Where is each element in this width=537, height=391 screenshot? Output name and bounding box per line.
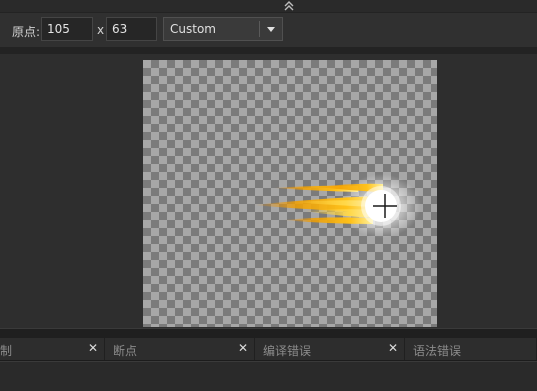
tab-output[interactable]: 制 ✕	[0, 338, 105, 360]
tab-compile-errors[interactable]: 编译错误 ✕	[255, 338, 405, 360]
toolbar-divider	[0, 47, 537, 54]
preview-viewport	[0, 54, 537, 328]
dropdown-separator	[259, 21, 260, 37]
top-strip	[0, 0, 537, 12]
tab-label: 断点	[113, 344, 138, 358]
tab-label: 制	[0, 344, 13, 358]
origin-y-input[interactable]: 63	[106, 17, 157, 41]
sprite-canvas[interactable]	[143, 60, 437, 327]
collapse-icon[interactable]	[283, 0, 295, 12]
origin-preset-value: Custom	[170, 22, 216, 36]
origin-separator: x	[97, 23, 105, 37]
tab-breakpoints[interactable]: 断点 ✕	[105, 338, 255, 360]
tab-label: 语法错误	[413, 344, 462, 358]
fireball-sprite	[253, 174, 421, 238]
close-icon[interactable]: ✕	[88, 341, 98, 355]
close-icon[interactable]: ✕	[388, 341, 398, 355]
tab-label: 编译错误	[263, 344, 312, 358]
output-tabs: 制 ✕ 断点 ✕ 编译错误 ✕ 语法错误	[0, 338, 537, 361]
origin-label: 原点:	[12, 25, 41, 39]
chevron-down-icon[interactable]	[267, 27, 275, 32]
origin-x-input[interactable]: 105	[41, 17, 93, 41]
origin-toolbar: 原点: 105 x 63 Custom	[0, 12, 537, 48]
close-icon[interactable]: ✕	[238, 341, 248, 355]
origin-preset-dropdown[interactable]: Custom	[163, 17, 283, 41]
tab-syntax-errors[interactable]: 语法错误	[405, 338, 537, 360]
output-panel	[0, 361, 537, 391]
